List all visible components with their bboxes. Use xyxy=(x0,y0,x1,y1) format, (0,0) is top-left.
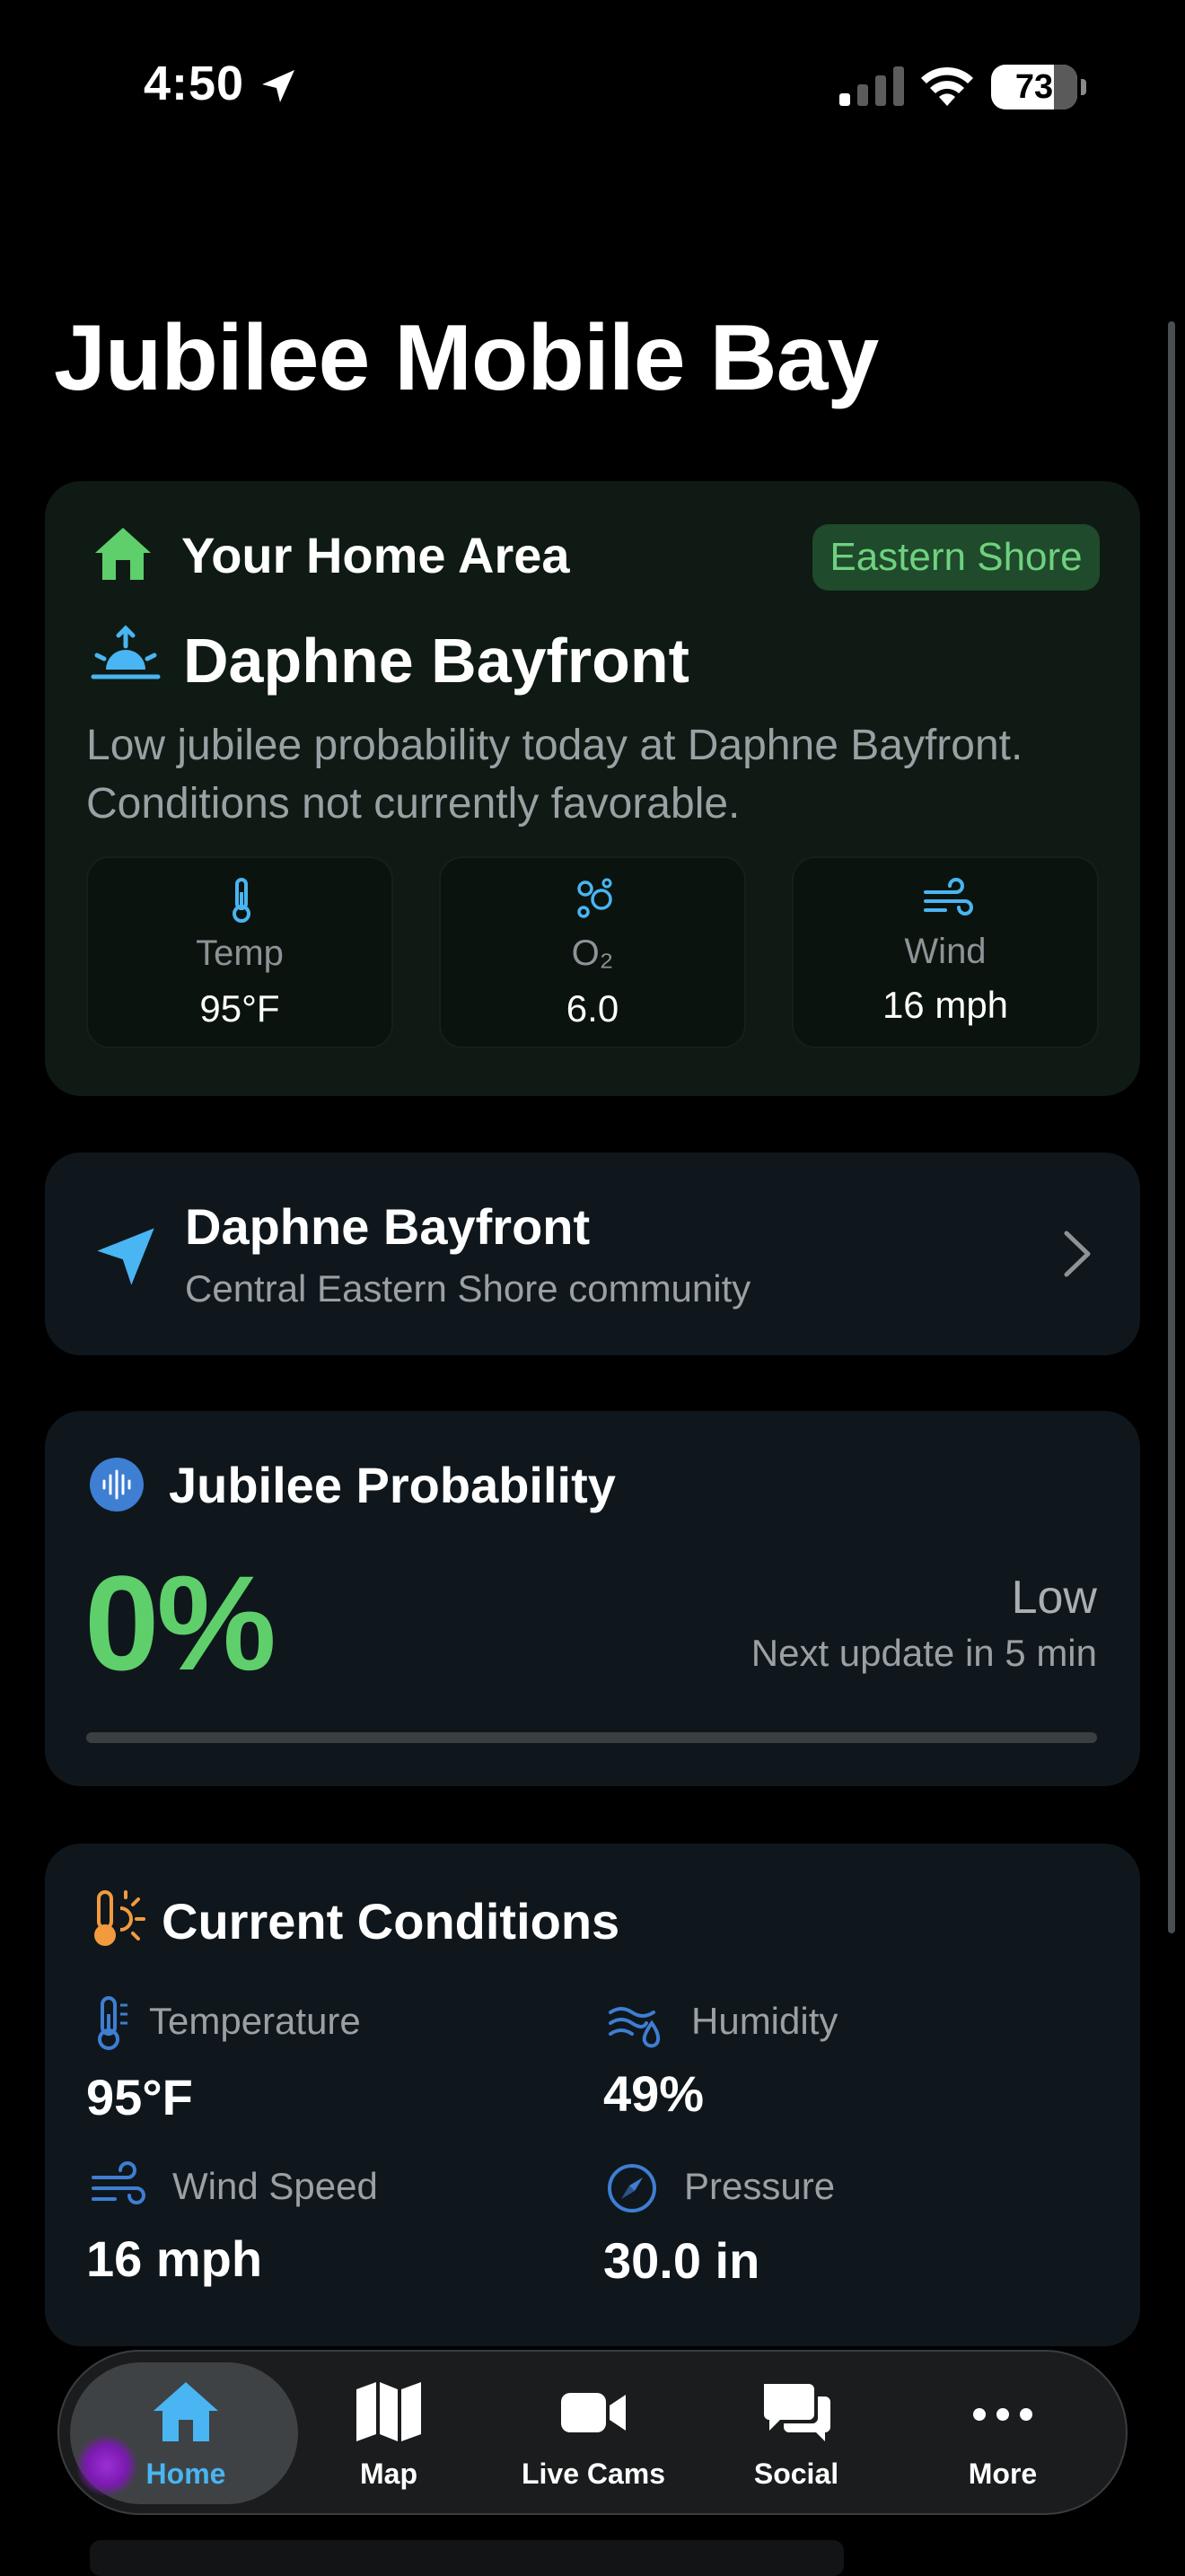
oxygen-bubbles-icon xyxy=(577,878,612,918)
thermometer-icon xyxy=(98,1996,127,2050)
probability-level: Low xyxy=(1011,1572,1097,1624)
probability-value: 0% xyxy=(84,1547,276,1698)
stat-label: Temp xyxy=(196,933,284,973)
home-location-name: Daphne Bayfront xyxy=(183,626,689,696)
cellular-signal-icon xyxy=(839,66,904,106)
ellipsis-icon xyxy=(973,2408,1032,2421)
condition-label-wind: Wind Speed xyxy=(172,2165,378,2207)
jubilee-probability-card: Jubilee Probability 0% Low Next update i… xyxy=(45,1411,1140,1786)
tab-more[interactable]: More xyxy=(900,2352,1106,2517)
location-name: Daphne Bayfront xyxy=(185,1198,591,1255)
condition-value-pressure: 30.0 in xyxy=(603,2232,760,2289)
tab-live-cams[interactable]: Live Cams xyxy=(490,2352,697,2517)
wind-icon xyxy=(92,2161,145,2204)
battery-percentage: 73 xyxy=(1014,67,1054,106)
condition-label-humidity: Humidity xyxy=(691,2000,838,2042)
stat-value: 95°F xyxy=(199,987,280,1030)
region-badge: Eastern Shore xyxy=(812,524,1100,591)
map-icon xyxy=(356,2382,421,2441)
chat-bubbles-icon xyxy=(764,2384,830,2441)
wind-icon xyxy=(924,878,973,916)
tab-map[interactable]: Map xyxy=(285,2352,492,2517)
thermometer-icon xyxy=(233,878,250,923)
humidity-icon xyxy=(609,2007,661,2048)
house-icon xyxy=(154,2382,218,2441)
sun-thermometer-icon xyxy=(94,1890,145,1946)
wifi-icon xyxy=(921,66,973,106)
current-conditions-card: Current Conditions Temperature 95°F Humi… xyxy=(45,1844,1140,2346)
stat-value: 16 mph xyxy=(882,984,1009,1026)
video-camera-icon xyxy=(561,2393,626,2432)
location-card[interactable]: Daphne Bayfront Central Eastern Shore co… xyxy=(45,1152,1140,1355)
stat-tile-temp: Temp 95°F xyxy=(86,856,393,1048)
stat-label: Wind xyxy=(904,932,987,971)
conditions-title: Current Conditions xyxy=(162,1893,620,1950)
condition-value-wind: 16 mph xyxy=(86,2230,263,2287)
chevron-right-icon xyxy=(1064,1231,1091,1277)
location-subtitle: Central Eastern Shore community xyxy=(185,1267,751,1310)
tab-label: More xyxy=(968,2458,1038,2490)
touch-indicator xyxy=(75,2434,138,2497)
stat-label: O₂ xyxy=(571,933,614,973)
tab-label: Social xyxy=(753,2458,839,2490)
tab-label: Live Cams xyxy=(521,2458,666,2490)
condition-value-humidity: 49% xyxy=(603,2065,705,2122)
probability-title: Jubilee Probability xyxy=(169,1457,616,1513)
home-area-title: Your Home Area xyxy=(181,527,570,583)
stat-value: 6.0 xyxy=(566,987,619,1030)
home-description: Low jubilee probability today at Daphne … xyxy=(86,722,1023,828)
tab-social[interactable]: Social xyxy=(693,2352,900,2517)
condition-value-temperature: 95°F xyxy=(86,2069,193,2125)
battery-indicator: 73 xyxy=(991,65,1086,110)
house-icon xyxy=(95,528,151,580)
condition-label-pressure: Pressure xyxy=(684,2165,836,2207)
status-time: 4:50 xyxy=(144,57,245,110)
gauge-icon xyxy=(608,2164,656,2212)
tab-label: Map xyxy=(360,2458,417,2490)
location-arrow-icon xyxy=(262,70,294,102)
stat-tile-oxygen: O₂ 6.0 xyxy=(439,856,746,1048)
page-title: Jubilee Mobile Bay xyxy=(54,306,879,410)
probability-bar-track xyxy=(86,1732,1097,1743)
next-update-text: Next update in 5 min xyxy=(750,1632,1097,1674)
scrolled-content-peek xyxy=(90,2540,844,2576)
stat-tile-wind: Wind 16 mph xyxy=(792,856,1099,1048)
sunrise-icon xyxy=(91,625,161,679)
condition-label-temperature: Temperature xyxy=(149,2000,361,2042)
home-area-card[interactable]: Your Home Area Eastern Shore Daphne Bayf… xyxy=(45,481,1140,1096)
navigation-arrow-icon xyxy=(97,1228,154,1285)
tab-bar: Home Map Live Cams Social More xyxy=(57,2350,1128,2515)
waveform-icon xyxy=(90,1458,144,1511)
scrollbar[interactable] xyxy=(1168,321,1175,1933)
